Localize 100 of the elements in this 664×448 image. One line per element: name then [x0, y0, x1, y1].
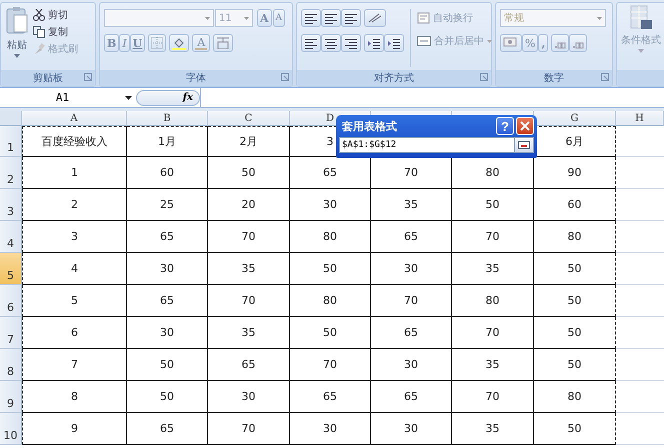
table-cell: 50 — [534, 285, 616, 317]
wrap-icon — [417, 12, 430, 24]
row-header[interactable]: 6 — [0, 285, 22, 317]
dialog-launcher-icon — [601, 73, 609, 81]
table-cell: 65 — [290, 381, 371, 413]
column-header[interactable]: C — [208, 111, 290, 126]
table-cell: 50 — [290, 317, 371, 349]
table-cell: 30 — [127, 317, 208, 349]
row-header[interactable]: 2 — [0, 157, 22, 189]
close-icon — [520, 121, 530, 131]
table-cell: 百度经验收入 — [22, 126, 127, 157]
table-cell: 2月 — [208, 126, 290, 157]
copy-button[interactable]: 复制 — [33, 25, 78, 39]
table-cell: 1 — [22, 157, 127, 189]
align-button[interactable] — [301, 34, 321, 52]
merge-icon — [417, 35, 431, 47]
table-cell: 50 — [208, 157, 290, 189]
group-label: 对齐方式 — [374, 72, 414, 85]
table-cell: 30 — [290, 189, 371, 221]
column-header[interactable]: B — [127, 111, 208, 126]
row-header[interactable]: 3 — [0, 189, 22, 221]
table-cell: 30 — [371, 413, 452, 445]
column-header[interactable]: A — [22, 111, 127, 126]
table-cell: 3 — [22, 221, 127, 253]
indent-icon — [387, 36, 401, 50]
table-cell: 70 — [371, 285, 452, 317]
table-cell: 30 — [208, 381, 290, 413]
table-cell: 70 — [208, 221, 290, 253]
lines-icon — [304, 12, 318, 24]
lines-icon — [304, 36, 318, 50]
align-middle-button[interactable] — [321, 9, 341, 27]
row-header[interactable]: 4 — [0, 221, 22, 253]
table-cell: 7 — [22, 349, 127, 381]
table-cell: 6 — [22, 317, 127, 349]
row-header[interactable]: 9 — [0, 381, 22, 413]
table-cell: 20 — [208, 189, 290, 221]
table-cell: 70 — [452, 381, 534, 413]
table-cell: 50 — [127, 349, 208, 381]
font-name-field[interactable] — [104, 9, 214, 27]
table-cell: 70 — [208, 285, 290, 317]
table-cell: 50 — [290, 253, 371, 285]
align-button[interactable] — [341, 34, 361, 52]
phonetic-button[interactable] — [213, 34, 234, 52]
group-label: 数字 — [544, 72, 564, 85]
lines-icon — [324, 12, 338, 24]
table-cell: 50 — [534, 349, 616, 381]
table-cell: 25 — [127, 189, 208, 221]
table-cell: 50 — [534, 413, 616, 445]
column-header[interactable]: H — [616, 111, 664, 126]
indent-button[interactable] — [384, 34, 404, 52]
table-cell: 70 — [208, 413, 290, 445]
clipboard-icon — [5, 6, 29, 36]
insert-function-button[interactable]: fx — [136, 90, 200, 106]
group-label: 字体 — [186, 72, 206, 85]
lines-icon — [324, 36, 338, 50]
dialog-launcher-icon — [480, 73, 488, 81]
indent-icon — [367, 36, 381, 50]
row-header[interactable]: 1 — [0, 126, 22, 157]
close-button[interactable] — [516, 117, 534, 135]
align-bottom-button[interactable] — [341, 9, 361, 27]
indent-button[interactable] — [364, 34, 384, 52]
table-cell: 2 — [22, 189, 127, 221]
row-header[interactable]: 7 — [0, 317, 22, 349]
table-cell: 35 — [208, 253, 290, 285]
dropdown-arrow-icon — [638, 49, 644, 53]
table-cell: 80 — [534, 221, 616, 253]
table-cell: 30 — [371, 349, 452, 381]
collapse-icon — [518, 141, 530, 149]
align-top-button[interactable] — [301, 9, 321, 27]
table-cell: 35 — [208, 317, 290, 349]
collapse-dialog-button[interactable] — [514, 137, 534, 153]
fill-color-button[interactable] — [169, 34, 190, 52]
table-cell: 70 — [452, 221, 534, 253]
help-button[interactable]: ? — [496, 117, 514, 135]
table-cell: 60 — [534, 189, 616, 221]
table-cell: 65 — [127, 285, 208, 317]
table-cell: 50 — [534, 253, 616, 285]
brush-icon — [33, 43, 45, 55]
table-cell: 8 — [22, 381, 127, 413]
table-cell: 80 — [290, 285, 371, 317]
paste-button[interactable]: 粘贴 — [5, 6, 29, 67]
lines-icon — [344, 12, 358, 24]
table-cell: 80 — [452, 285, 534, 317]
table-cell: 9 — [22, 413, 127, 445]
align-button[interactable] — [321, 34, 341, 52]
table-cell: 65 — [371, 221, 452, 253]
table-cell: 60 — [127, 157, 208, 189]
row-header[interactable]: 8 — [0, 349, 22, 381]
row-header[interactable]: 5 — [0, 253, 22, 285]
cut-button[interactable]: 剪切 — [33, 8, 78, 22]
table-cell: 35 — [371, 189, 452, 221]
orientation-button[interactable] — [364, 9, 386, 27]
dropdown-arrow-icon — [597, 16, 602, 20]
column-header[interactable]: G — [534, 111, 616, 126]
row-header[interactable]: 10 — [0, 413, 22, 445]
table-cell: 65 — [208, 349, 290, 381]
paint-bucket-icon — [172, 36, 186, 50]
table-cell: 80 — [534, 381, 616, 413]
range-field[interactable]: $A$1:$G$12 — [339, 137, 514, 153]
table-cell: 30 — [127, 253, 208, 285]
